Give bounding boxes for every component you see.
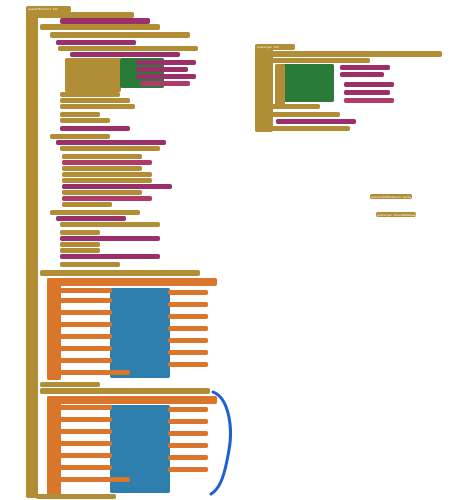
- s-item-1[interactable]: [340, 65, 390, 70]
- tap-event-label: quand Jeu .TouchéAbaissé: [377, 213, 416, 217]
- row-k[interactable]: [62, 160, 152, 165]
- l2-s4[interactable]: [168, 443, 208, 448]
- l1-r5[interactable]: [60, 334, 112, 339]
- s-row-6[interactable]: [270, 126, 350, 131]
- l1-r1[interactable]: [60, 288, 112, 293]
- l2-s3[interactable]: [168, 431, 208, 436]
- loop2-header[interactable]: [40, 388, 210, 394]
- row-p[interactable]: [62, 190, 142, 195]
- row-y[interactable]: [60, 248, 100, 253]
- l2-r5[interactable]: [60, 453, 112, 458]
- join-row[interactable]: [70, 52, 180, 57]
- if-row[interactable]: [50, 32, 190, 38]
- l1-r4[interactable]: [60, 322, 112, 327]
- compare-row-2[interactable]: [58, 46, 198, 51]
- l1-s1[interactable]: [168, 290, 208, 295]
- row-j[interactable]: [62, 154, 142, 159]
- row-d[interactable]: [60, 112, 100, 117]
- s-row-3[interactable]: [270, 104, 320, 109]
- row-o[interactable]: [62, 184, 172, 189]
- l1-s3[interactable]: [168, 314, 208, 319]
- s-row-5[interactable]: [276, 119, 356, 124]
- row-l[interactable]: [62, 166, 142, 171]
- main-event-block[interactable]: [26, 8, 38, 498]
- loop1-list: [110, 288, 170, 378]
- row-z[interactable]: [60, 254, 160, 259]
- list-item-2[interactable]: [136, 67, 188, 72]
- l1-s6[interactable]: [168, 350, 208, 355]
- loop1-body[interactable]: [47, 278, 61, 380]
- l2-s1[interactable]: [168, 407, 208, 412]
- l2-r4[interactable]: [60, 441, 112, 446]
- l1-r6[interactable]: [60, 346, 112, 351]
- row-i[interactable]: [60, 146, 160, 151]
- l1-s7[interactable]: [168, 362, 208, 367]
- compare-row[interactable]: [40, 24, 160, 30]
- main-event-label: quand Bouton1 .Clic: [28, 7, 59, 11]
- l1-r3[interactable]: [60, 310, 112, 315]
- row-m[interactable]: [62, 172, 152, 177]
- l2-r7[interactable]: [60, 477, 130, 482]
- l1-s2[interactable]: [168, 302, 208, 307]
- row-aa[interactable]: [60, 262, 120, 267]
- row-q[interactable]: [62, 196, 152, 201]
- loop1-header[interactable]: [40, 270, 200, 276]
- row-c[interactable]: [60, 104, 135, 109]
- row-h[interactable]: [56, 140, 166, 145]
- row-r[interactable]: [62, 202, 112, 207]
- loop1-top[interactable]: [47, 278, 217, 286]
- bracket-annotation-icon: [209, 390, 232, 496]
- notifier-event-label: quand Notificateur1 .Après: [371, 195, 412, 199]
- s-item-3[interactable]: [344, 82, 394, 87]
- list-item-1[interactable]: [136, 60, 196, 65]
- second-event-label: quand Jeu .Clic: [257, 45, 280, 49]
- l2-r2[interactable]: [60, 417, 112, 422]
- s-item-5[interactable]: [344, 98, 394, 103]
- row-a[interactable]: [60, 92, 120, 97]
- l2-r3[interactable]: [60, 429, 112, 434]
- l1-r7[interactable]: [60, 358, 112, 363]
- l2-r6[interactable]: [60, 465, 112, 470]
- l2-r1[interactable]: [60, 405, 112, 410]
- row-s[interactable]: [50, 210, 140, 215]
- row-f[interactable]: [60, 126, 130, 131]
- s-item-4[interactable]: [344, 90, 390, 95]
- row-b[interactable]: [60, 98, 130, 103]
- l1-s5[interactable]: [168, 338, 208, 343]
- s-row-1[interactable]: [262, 51, 442, 57]
- l2-s5[interactable]: [168, 455, 208, 460]
- l1-r8[interactable]: [60, 370, 130, 375]
- l2-s6[interactable]: [168, 467, 208, 472]
- row-x[interactable]: [60, 242, 100, 247]
- l1-s4[interactable]: [168, 326, 208, 331]
- l2-s2[interactable]: [168, 419, 208, 424]
- row-e[interactable]: [60, 118, 110, 123]
- blocks-workspace[interactable]: quand Bouton1 .Clic quand Jeu .Clic quan…: [0, 0, 470, 500]
- loop2-top[interactable]: [47, 396, 217, 404]
- footer-row[interactable]: [36, 494, 116, 499]
- row-w[interactable]: [60, 236, 160, 241]
- row-g[interactable]: [50, 134, 110, 139]
- row-v[interactable]: [60, 230, 100, 235]
- s-row-2[interactable]: [270, 58, 370, 63]
- loop-block[interactable]: [65, 58, 121, 92]
- row-u[interactable]: [60, 222, 160, 227]
- s-bar[interactable]: [275, 64, 285, 108]
- loop2-body[interactable]: [47, 396, 61, 496]
- text-row-2[interactable]: [56, 40, 136, 45]
- s-grid: [282, 64, 334, 102]
- list-item-4[interactable]: [140, 81, 190, 86]
- row-t[interactable]: [56, 216, 126, 221]
- loop2-pre[interactable]: [40, 382, 100, 387]
- s-row-4[interactable]: [270, 112, 340, 117]
- s-item-2[interactable]: [340, 72, 384, 77]
- row-n[interactable]: [62, 178, 152, 183]
- l1-r2[interactable]: [60, 298, 112, 303]
- list-item-3[interactable]: [136, 74, 196, 79]
